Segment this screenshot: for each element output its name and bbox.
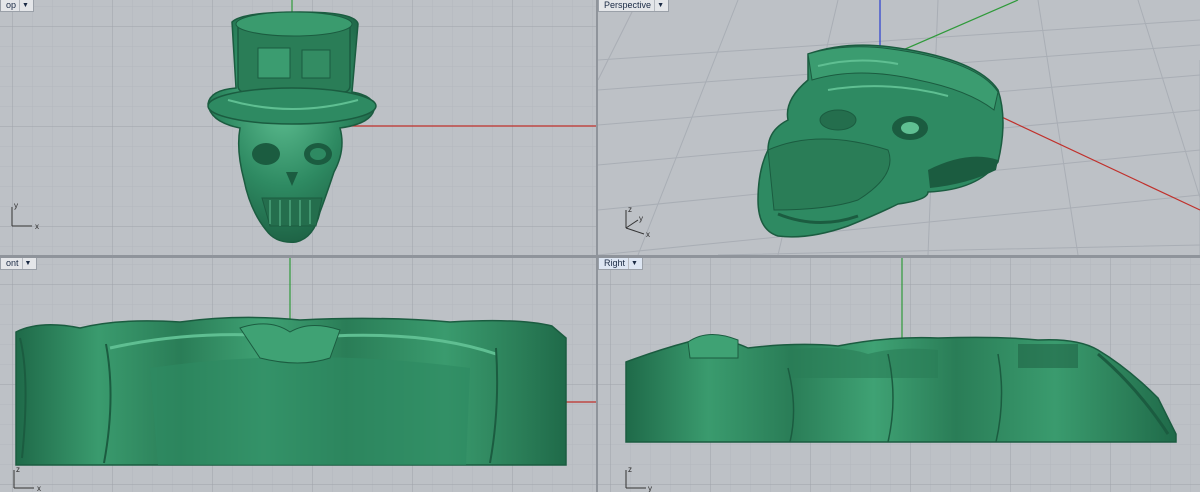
axis-label-y: y	[639, 214, 643, 223]
viewport-perspective[interactable]: x y z Perspective ▼	[598, 0, 1200, 255]
axis-label-z: z	[16, 465, 20, 474]
viewport-tab-top[interactable]: op ▼	[0, 0, 35, 12]
axis-label-x: x	[37, 484, 41, 492]
axis-label-x: x	[35, 222, 39, 231]
triangle-down-icon[interactable]: ▼	[628, 258, 640, 269]
viewport-title-top: op	[6, 0, 17, 10]
axis-label-y: y	[648, 484, 652, 492]
viewport-tab-right[interactable]: Right ▼	[598, 258, 644, 270]
skull-model-perspective[interactable]	[757, 44, 1004, 238]
viewport-layout: x y op ▼ x y z Perspective ▼ x z ont ▼ y…	[0, 0, 1200, 492]
axis-label-z: z	[628, 205, 632, 214]
axis-label-z: z	[628, 465, 632, 474]
skull-model-right[interactable]	[625, 334, 1177, 443]
viewport-right[interactable]: y z Right ▼	[598, 258, 1200, 492]
viewport-front-canvas[interactable]: x z	[0, 258, 596, 492]
triangle-down-icon[interactable]: ▼	[654, 0, 666, 11]
triangle-down-icon[interactable]: ▼	[21, 258, 34, 269]
axis-label-x: x	[646, 230, 650, 239]
viewport-perspective-canvas[interactable]: x y z	[598, 0, 1200, 255]
viewport-tab-front[interactable]: ont ▼	[0, 258, 37, 270]
triangle-down-icon[interactable]: ▼	[19, 0, 31, 11]
axis-gizmo-perspective: x y z	[625, 205, 650, 239]
viewport-top-canvas[interactable]: x y	[0, 0, 596, 255]
skull-model-front[interactable]	[15, 316, 567, 466]
viewport-title-front: ont	[6, 258, 19, 268]
viewport-tab-perspective[interactable]: Perspective ▼	[598, 0, 670, 12]
viewport-top[interactable]: x y op ▼	[0, 0, 596, 255]
viewport-title-perspective: Perspective	[604, 0, 652, 10]
viewport-right-canvas[interactable]: y z	[598, 258, 1200, 492]
viewport-title-right: Right	[604, 258, 626, 268]
viewport-front[interactable]: x z ont ▼	[0, 258, 596, 492]
axis-label-y: y	[14, 201, 18, 210]
